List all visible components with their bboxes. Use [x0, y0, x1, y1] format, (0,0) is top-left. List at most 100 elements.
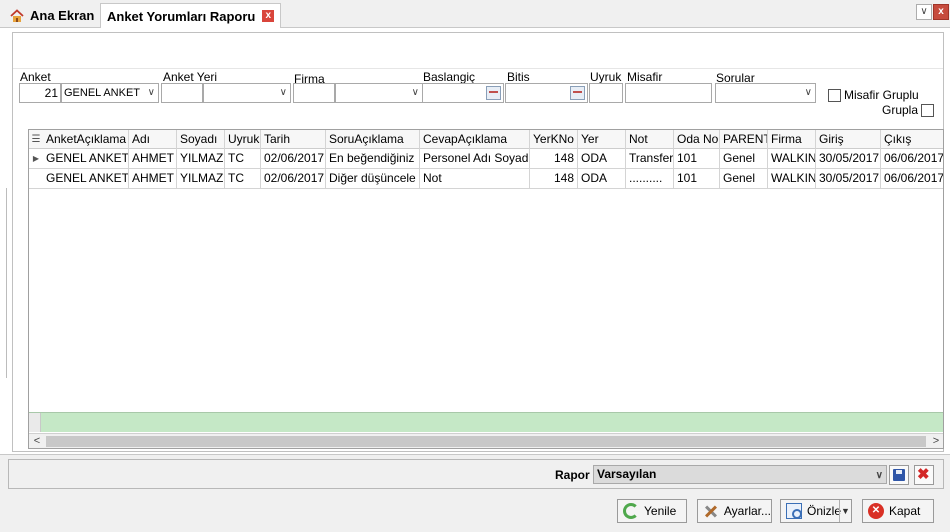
anket-yeri-combo[interactable]: ∨ [203, 83, 291, 103]
table-cell[interactable]: 101 [674, 149, 720, 168]
sorular-combo[interactable]: ∨ [715, 83, 816, 103]
tab-bar: Ana Ekran Anket Yorumları Raporu x ∨ x [0, 0, 950, 28]
table-cell[interactable]: AHMET [129, 169, 177, 188]
table-cell[interactable]: Diğer düşüncele [326, 169, 420, 188]
header-cikis[interactable]: Çıkış [881, 130, 943, 149]
window-menu-button[interactable]: ∨ [916, 4, 932, 20]
header-adi[interactable]: Adı [129, 130, 177, 149]
table-cell[interactable]: GENEL ANKET [43, 149, 129, 168]
table-cell[interactable]: TC [225, 169, 261, 188]
anket-combo-value: GENEL ANKET [64, 87, 141, 99]
tab-home-label: Ana Ekran [30, 8, 95, 23]
table-cell[interactable]: YILMAZ [177, 149, 225, 168]
table-cell[interactable]: En beğendiğiniz [326, 149, 420, 168]
header-firma[interactable]: Firma [768, 130, 816, 149]
tab-home[interactable]: Ana Ekran [4, 3, 100, 28]
uyruk-field[interactable] [589, 83, 623, 103]
header-oda-no[interactable]: Oda No [674, 130, 720, 149]
calendar-icon[interactable] [486, 86, 501, 100]
header-giris[interactable]: Giriş [816, 130, 881, 149]
table-row[interactable]: ▶ GENEL ANKET AHMET YILMAZ TC 02/06/2017… [29, 149, 943, 169]
header-yerkno[interactable]: YerKNo [530, 130, 578, 149]
refresh-button-label: Yenile [644, 504, 677, 518]
chevron-down-icon[interactable]: ∨ [412, 84, 419, 102]
table-cell[interactable]: Genel [720, 169, 768, 188]
table-cell[interactable]: YILMAZ [177, 169, 225, 188]
delete-report-button[interactable]: ✖ [914, 465, 934, 485]
preview-dropdown-icon[interactable]: ▼ [839, 500, 851, 522]
save-report-button[interactable] [889, 465, 909, 485]
table-cell[interactable]: 06/06/2017 [881, 169, 943, 188]
table-cell[interactable]: 101 [674, 169, 720, 188]
horizontal-scrollbar[interactable]: < > [29, 433, 943, 448]
baslangic-date-field[interactable] [422, 83, 504, 103]
refresh-button[interactable]: Yenile [617, 499, 687, 523]
header-uyruk[interactable]: Uyruk [225, 130, 261, 149]
table-cell[interactable]: AHMET [129, 149, 177, 168]
scroll-right-icon[interactable]: > [928, 434, 943, 448]
left-splitter[interactable] [6, 188, 7, 378]
table-cell[interactable]: Genel [720, 149, 768, 168]
table-cell[interactable]: 02/06/2017 [261, 149, 326, 168]
anket-combo[interactable]: GENEL ANKET ∨ [61, 83, 159, 103]
header-yer[interactable]: Yer [578, 130, 626, 149]
scroll-left-icon[interactable]: < [29, 434, 45, 448]
header-soyadi[interactable]: Soyadı [177, 130, 225, 149]
save-icon [893, 469, 905, 481]
chevron-down-icon[interactable]: ∨ [280, 84, 287, 102]
table-cell[interactable]: WALKIN [768, 149, 816, 168]
table-cell[interactable]: WALKIN [768, 169, 816, 188]
calendar-icon[interactable] [570, 86, 585, 100]
tab-anket-yorumlari-raporu[interactable]: Anket Yorumları Raporu x [100, 3, 282, 28]
anket-label: Anket [20, 70, 51, 84]
data-grid[interactable]: ☰ AnketAçıklama Adı Soyadı Uyruk Tarih S… [28, 129, 944, 449]
table-cell[interactable]: TC [225, 149, 261, 168]
close-button[interactable]: Kapat [862, 499, 934, 523]
misafir-gruplu-checkbox[interactable] [828, 89, 841, 102]
preview-button[interactable]: Önizle ▼ [780, 499, 852, 523]
anket-id-field[interactable]: 21 [19, 83, 61, 103]
header-anket-aciklama[interactable]: AnketAçıklama [43, 130, 129, 149]
scrollbar-thumb[interactable] [46, 436, 926, 447]
table-cell[interactable]: Transfer [626, 149, 674, 168]
grupla-checkbox[interactable] [921, 104, 934, 117]
tab-report-label: Anket Yorumları Raporu [107, 8, 256, 24]
bitis-date-field[interactable] [505, 83, 588, 103]
header-not[interactable]: Not [626, 130, 674, 149]
header-cevap-aciklama[interactable]: CevapAçıklama [420, 130, 530, 149]
rapor-select[interactable]: Varsayılan ∨ [593, 465, 887, 484]
table-cell[interactable]: 148 [530, 149, 578, 168]
header-tarih[interactable]: Tarih [261, 130, 326, 149]
preview-icon [786, 503, 802, 519]
table-cell[interactable]: ODA [578, 149, 626, 168]
table-cell[interactable]: 148 [530, 169, 578, 188]
chevron-down-icon[interactable]: ∨ [876, 467, 883, 484]
summary-footer-bar [29, 412, 943, 432]
table-cell[interactable]: 06/06/2017 [881, 149, 943, 168]
firma-code-field[interactable] [293, 83, 335, 103]
table-cell[interactable]: .......... [626, 169, 674, 188]
tools-icon [703, 503, 719, 519]
table-cell[interactable]: Personel Adı Soyadı [420, 149, 530, 168]
table-cell[interactable]: GENEL ANKET [43, 169, 129, 188]
header-soru-aciklama[interactable]: SoruAçıklama [326, 130, 420, 149]
table-cell[interactable]: Not [420, 169, 530, 188]
firma-combo[interactable]: ∨ [335, 83, 423, 103]
chevron-down-icon[interactable]: ∨ [805, 84, 812, 102]
table-cell[interactable]: 30/05/2017 [816, 169, 881, 188]
current-row-indicator-icon: ▶ [32, 154, 40, 163]
settings-button[interactable]: Ayarlar... [697, 499, 772, 523]
header-parent[interactable]: PARENT [720, 130, 768, 149]
chevron-down-icon[interactable]: ∨ [148, 84, 155, 102]
misafir-field[interactable] [625, 83, 712, 103]
window-close-button[interactable]: x [933, 4, 949, 20]
table-row[interactable]: GENEL ANKET AHMET YILMAZ TC 02/06/2017 D… [29, 169, 943, 189]
column-chooser-icon[interactable]: ☰ [30, 130, 42, 149]
anket-yeri-code-field[interactable] [161, 83, 203, 103]
refresh-icon [623, 503, 639, 519]
tab-close-icon[interactable]: x [262, 10, 275, 22]
rapor-label: Rapor [555, 468, 590, 482]
table-cell[interactable]: 02/06/2017 [261, 169, 326, 188]
table-cell[interactable]: ODA [578, 169, 626, 188]
table-cell[interactable]: 30/05/2017 [816, 149, 881, 168]
